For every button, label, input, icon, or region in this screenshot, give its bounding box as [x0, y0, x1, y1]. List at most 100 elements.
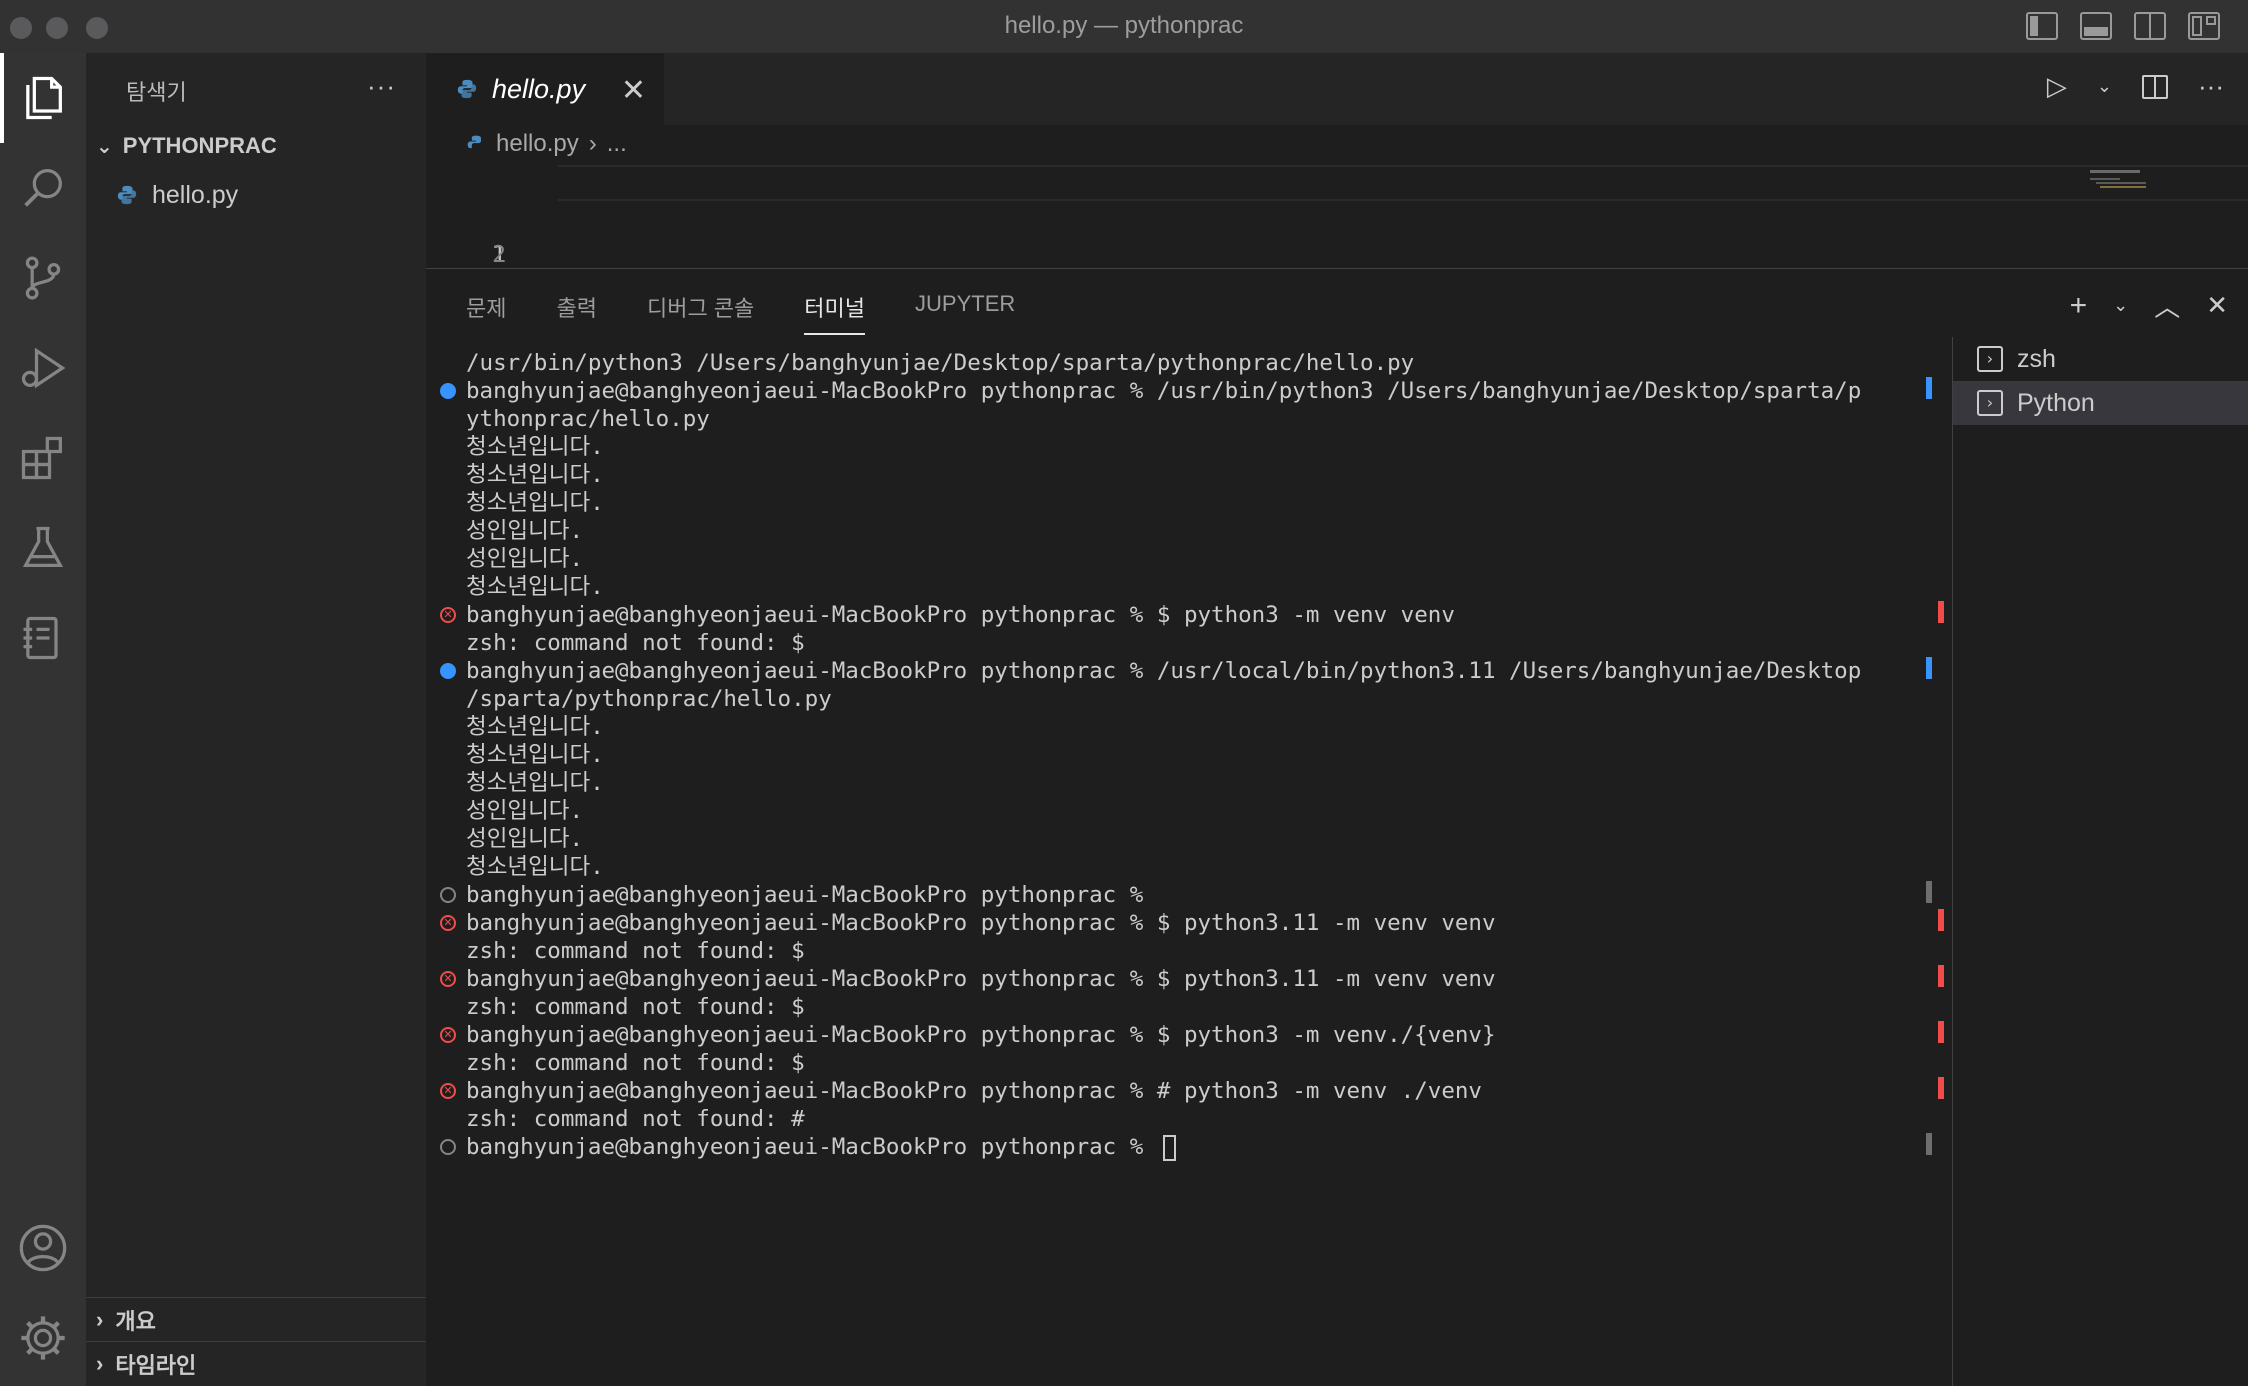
- terminal-cursor: [1162, 1134, 1176, 1161]
- manage-activity[interactable]: [0, 1293, 86, 1383]
- overview-mark: [1938, 965, 1944, 987]
- chevron-right-icon: ›: [96, 1306, 104, 1332]
- toggle-primary-sidebar-icon[interactable]: [2026, 12, 2058, 40]
- outline-section[interactable]: › 개요: [86, 1297, 426, 1341]
- terminal-line: 청소년입니다.: [466, 490, 604, 516]
- run-debug-activity[interactable]: [0, 323, 86, 413]
- maximize-panel-icon[interactable]: ︿: [2154, 287, 2180, 324]
- new-terminal-icon[interactable]: +: [2070, 289, 2088, 323]
- close-panel-icon[interactable]: ✕: [2206, 290, 2228, 321]
- terminal-item-python[interactable]: › Python: [1953, 381, 2248, 425]
- terminal-line: banghyunjae@banghyeonjaeui-MacBookPro py…: [466, 378, 1862, 404]
- tab-hello-py[interactable]: hello.py ✕: [426, 53, 664, 125]
- minimap[interactable]: [2090, 168, 2230, 268]
- search-icon: [24, 169, 62, 207]
- terminal-list: › zsh › Python: [1952, 337, 2248, 1386]
- more-actions-icon[interactable]: ···: [2198, 71, 2224, 102]
- breadcrumb-symbols[interactable]: ...: [607, 130, 627, 158]
- customize-layout-icon[interactable]: [2188, 12, 2220, 40]
- command-error-icon[interactable]: ✕: [440, 607, 456, 623]
- gear-icon: [21, 1316, 65, 1360]
- command-default-icon[interactable]: [440, 887, 456, 903]
- extensions-icon: [21, 436, 62, 480]
- terminal-line: banghyunjae@banghyeonjaeui-MacBookPro py…: [466, 882, 1144, 908]
- terminal-line: banghyunjae@banghyeonjaeui-MacBookPro py…: [466, 1078, 1482, 1104]
- extensions-activity[interactable]: [0, 413, 86, 503]
- terminal-line: banghyunjae@banghyeonjaeui-MacBookPro py…: [466, 658, 1862, 684]
- terminal-line: banghyunjae@banghyeonjaeui-MacBookPro py…: [466, 602, 1455, 628]
- tab-jupyter[interactable]: JUPYTER: [915, 291, 1015, 335]
- testing-activity[interactable]: [0, 503, 86, 593]
- terminal-line: 청소년입니다.: [466, 462, 604, 488]
- terminal-line: banghyunjae@banghyeonjaeui-MacBookPro py…: [466, 1133, 1176, 1161]
- jupyter-activity[interactable]: [0, 593, 86, 683]
- search-activity[interactable]: [0, 143, 86, 233]
- terminal-line: 청소년입니다.: [466, 742, 604, 768]
- command-success-icon[interactable]: [440, 383, 456, 399]
- command-default-icon[interactable]: [440, 1139, 456, 1155]
- toggle-secondary-sidebar-icon[interactable]: [2134, 12, 2166, 40]
- tab-terminal[interactable]: 터미널: [804, 291, 865, 335]
- tab-debug-console[interactable]: 디버그 콘솔: [647, 291, 754, 335]
- editor-tab-bar: hello.py ✕ ▷ ⌄ ···: [426, 53, 2248, 125]
- overview-mark: [1926, 1133, 1932, 1155]
- chevron-down-icon: ⌄: [96, 135, 113, 158]
- run-python-file-button[interactable]: ▷: [2047, 71, 2067, 102]
- overview-mark: [1926, 377, 1932, 399]
- breadcrumb: hello.py › ...: [466, 130, 627, 158]
- overview-mark: [1938, 1077, 1944, 1099]
- breadcrumb-file[interactable]: hello.py: [496, 130, 579, 158]
- folder-label: PYTHONPRAC: [122, 133, 277, 158]
- terminal-output[interactable]: /usr/bin/python3 /Users/banghyunjae/Desk…: [426, 349, 1946, 1349]
- overview-mark: [1938, 909, 1944, 931]
- tab-output[interactable]: 출력: [556, 291, 596, 335]
- terminal-line: banghyunjae@banghyeonjaeui-MacBookPro py…: [466, 1022, 1496, 1048]
- files-icon: [26, 76, 62, 120]
- split-editor-icon[interactable]: [2142, 74, 2169, 99]
- tab-label: hello.py: [492, 73, 586, 104]
- command-error-icon[interactable]: ✕: [440, 915, 456, 931]
- more-actions-button[interactable]: ···: [367, 71, 396, 102]
- terminal-line: 성인입니다.: [466, 826, 584, 852]
- terminal-line: zsh: command not found: $: [466, 1050, 805, 1076]
- close-icon[interactable]: ✕: [621, 73, 646, 108]
- overview-mark: [1938, 601, 1944, 623]
- toggle-panel-icon[interactable]: [2080, 12, 2112, 40]
- python-file-icon: [117, 185, 137, 205]
- source-control-icon: [25, 256, 61, 300]
- terminal-line: 청소년입니다.: [466, 854, 604, 880]
- code-editor[interactable]: 1 ages =[5,10,14,23,25,9] 2 3 for a in a…: [426, 165, 2248, 268]
- terminal-line: /sparta/pythonprac/hello.py: [466, 686, 832, 712]
- terminal-line: /usr/bin/python3 /Users/banghyunjae/Desk…: [466, 350, 1415, 376]
- overview-mark: [1938, 1021, 1944, 1043]
- notebook-icon: [23, 616, 58, 660]
- terminal-icon: ›: [1977, 390, 2003, 416]
- run-debug-icon: [21, 347, 66, 389]
- chevron-down-icon[interactable]: ⌄: [2113, 295, 2128, 316]
- terminal-line: 성인입니다.: [466, 546, 584, 572]
- terminal-line: 청소년입니다.: [466, 770, 604, 796]
- folder-pythonprac[interactable]: ⌄ PYTHONPRAC: [96, 133, 277, 159]
- beaker-icon: [22, 526, 64, 567]
- command-success-icon[interactable]: [440, 663, 456, 679]
- bottom-panel: 문제 출력 디버그 콘솔 터미널 JUPYTER + ⌄ ︿ ✕ /usr/bi…: [426, 268, 2248, 1386]
- terminal-line: zsh: command not found: $: [466, 630, 805, 656]
- chevron-right-icon: ›: [96, 1350, 104, 1376]
- tab-problems[interactable]: 문제: [466, 291, 506, 335]
- explorer-title: 탐색기: [126, 80, 187, 105]
- terminal-line: 성인입니다.: [466, 518, 584, 544]
- timeline-section[interactable]: › 타임라인: [86, 1341, 426, 1385]
- accounts-activity[interactable]: [0, 1203, 86, 1293]
- source-control-activity[interactable]: [0, 233, 86, 323]
- terminal-line: 청소년입니다.: [466, 574, 604, 600]
- explorer-activity[interactable]: [0, 53, 86, 143]
- file-item-hello-py[interactable]: hello.py: [116, 173, 238, 217]
- terminal-line: 청소년입니다.: [466, 434, 604, 460]
- command-error-icon[interactable]: ✕: [440, 1027, 456, 1043]
- terminal-item-zsh[interactable]: › zsh: [1953, 337, 2248, 381]
- account-icon: [19, 1224, 67, 1272]
- chevron-down-icon[interactable]: ⌄: [2097, 76, 2112, 97]
- command-error-icon[interactable]: ✕: [440, 1083, 456, 1099]
- command-error-icon[interactable]: ✕: [440, 971, 456, 987]
- terminal-line: 청소년입니다.: [466, 714, 604, 740]
